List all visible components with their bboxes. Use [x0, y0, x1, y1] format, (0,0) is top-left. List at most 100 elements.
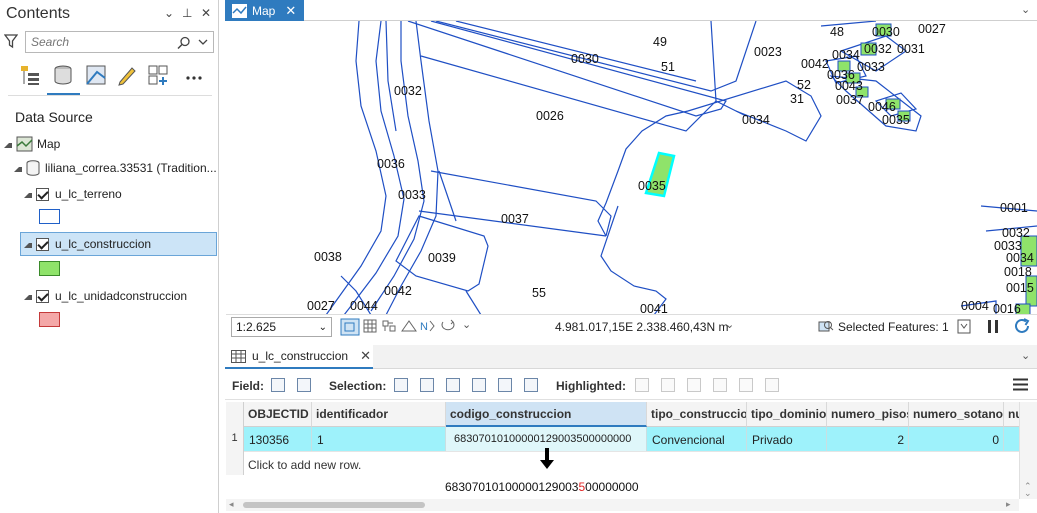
grid-icon[interactable]: [363, 319, 377, 333]
zoom-to-highlighted-icon[interactable]: [635, 378, 649, 392]
code-prefix: 68307010100000129003: [445, 480, 579, 494]
delete-selection-icon[interactable]: [498, 378, 512, 392]
copy-highlighted-icon[interactable]: [765, 378, 779, 392]
layer-row-unidadconstruccion[interactable]: u_lc_unidadconstruccion: [24, 285, 219, 307]
grid-snap-icon[interactable]: [401, 319, 417, 333]
column-header-selected[interactable]: codigo_construccion: [446, 402, 647, 427]
table-cell[interactable]: [1004, 427, 1020, 451]
chevron-down-icon[interactable]: ⌄: [725, 318, 734, 331]
pin-icon[interactable]: ⊥: [182, 6, 192, 20]
table-menu-icon[interactable]: [1013, 378, 1028, 391]
add-field-icon[interactable]: [271, 378, 285, 392]
list-by-snapping-icon[interactable]: [147, 64, 169, 86]
collapse-icon[interactable]: [4, 140, 12, 148]
symbol-swatch-terreno[interactable]: [39, 209, 60, 224]
tab-attribute-table[interactable]: u_lc_construccion ✕: [225, 345, 373, 369]
calculate-field-icon[interactable]: [297, 378, 311, 392]
switch-highlighted-icon[interactable]: [661, 378, 675, 392]
table-cell[interactable]: 1: [312, 427, 446, 451]
list-by-selection-icon[interactable]: [85, 64, 107, 86]
search-input[interactable]: [26, 32, 166, 52]
row-header-corner: [226, 402, 244, 427]
snapping-icon[interactable]: [381, 319, 397, 333]
refresh-map-cache-icon[interactable]: [957, 319, 971, 334]
vertical-scrollbar[interactable]: ⌃ ⌄: [1019, 402, 1037, 499]
column-header[interactable]: numero_pisos: [827, 402, 909, 427]
table-cell[interactable]: Convencional: [647, 427, 747, 451]
collapse-icon[interactable]: [14, 164, 22, 172]
scroll-thumb[interactable]: [243, 502, 425, 508]
zoom-to-selection-icon[interactable]: [420, 378, 434, 392]
section-title: Data Source: [15, 109, 93, 125]
list-by-data-source-icon[interactable]: [52, 64, 74, 86]
table-cell[interactable]: 130356: [244, 427, 312, 451]
scroll-left-icon[interactable]: ◂: [229, 499, 234, 510]
tab-map[interactable]: Map ✕: [225, 0, 304, 21]
list-by-drawing-order-icon[interactable]: [19, 64, 41, 86]
close-icon[interactable]: ✕: [201, 6, 211, 20]
filter-icon[interactable]: [4, 33, 18, 49]
chevron-down-icon[interactable]: ⌄: [462, 318, 471, 331]
north-arrow-icon[interactable]: N: [420, 319, 436, 333]
parcel-label: 0044: [350, 299, 378, 313]
scroll-right-icon[interactable]: ▸: [1006, 499, 1011, 510]
selected-features-count[interactable]: Selected Features: 1: [838, 320, 949, 334]
layer-row-construccion[interactable]: u_lc_construccion: [20, 232, 217, 256]
collapse-icon[interactable]: [24, 240, 32, 248]
search-options-chevron-icon[interactable]: [198, 38, 208, 46]
parcel-label: 0042: [801, 57, 829, 71]
layer-row-terreno[interactable]: u_lc_terreno: [24, 183, 214, 205]
column-header[interactable]: OBJECTID *: [244, 402, 312, 427]
table-cell[interactable]: 0: [909, 427, 1004, 451]
horizontal-scrollbar[interactable]: ◂ ▸: [226, 499, 1019, 511]
scale-dropdown[interactable]: 1:2.625 ⌄: [231, 317, 332, 337]
scroll-down-icon[interactable]: ⌄: [1024, 488, 1032, 499]
column-header[interactable]: numero_sotanos: [909, 402, 1004, 427]
switch-selection-icon[interactable]: [446, 378, 460, 392]
list-by-editing-icon[interactable]: [116, 64, 138, 86]
close-tab-icon[interactable]: ✕: [285, 3, 296, 19]
chevron-down-icon[interactable]: ⌄: [319, 322, 327, 333]
navigation-icon[interactable]: [440, 319, 456, 333]
table-cell[interactable]: 2: [827, 427, 909, 451]
delete-highlighted-icon[interactable]: [739, 378, 753, 392]
symbol-swatch-unidadconstruccion[interactable]: [39, 312, 60, 327]
chevron-down-icon[interactable]: ⌄: [1021, 349, 1030, 362]
parcel-label: 0018: [1004, 265, 1032, 279]
tree-item-map[interactable]: Map: [4, 133, 214, 155]
unhighlight-icon[interactable]: [687, 378, 701, 392]
clear-selection-icon[interactable]: [472, 378, 486, 392]
chevron-down-icon[interactable]: ⌄: [164, 6, 174, 20]
column-header[interactable]: tipo_construccion: [647, 402, 747, 427]
layer-visibility-checkbox[interactable]: [36, 289, 49, 303]
search-icon[interactable]: [177, 36, 191, 50]
table-cell[interactable]: Privado: [747, 427, 827, 451]
highlighted-label: Highlighted:: [556, 379, 626, 393]
symbol-swatch-construccion[interactable]: [39, 261, 60, 276]
pause-drawing-icon[interactable]: [987, 319, 999, 334]
copy-selection-icon[interactable]: [524, 378, 538, 392]
collapse-icon[interactable]: [24, 190, 32, 198]
search-box[interactable]: [25, 31, 214, 53]
row-number[interactable]: 1: [226, 427, 244, 451]
refresh-icon[interactable]: [1014, 318, 1031, 335]
clear-highlighted-icon[interactable]: [713, 378, 727, 392]
column-header[interactable]: tipo_dominio: [747, 402, 827, 427]
collapse-icon[interactable]: [24, 292, 32, 300]
tab-label: u_lc_construccion: [252, 349, 349, 363]
layer-visibility-checkbox[interactable]: [36, 237, 49, 251]
column-header[interactable]: nu: [1004, 402, 1020, 427]
tab-label: Map: [252, 3, 276, 18]
map-canvas[interactable]: 49 0023 0030 51 0042 52 31 0032 0026 003…: [226, 21, 1037, 315]
more-options-icon[interactable]: [183, 64, 205, 86]
tree-item-database[interactable]: liliana_correa.33531 (Tradition...: [14, 157, 219, 179]
layer-visibility-checkbox[interactable]: [36, 187, 49, 201]
selected-features-icon[interactable]: [818, 319, 834, 334]
fixed-scale-icon[interactable]: [340, 318, 360, 336]
chevron-down-icon[interactable]: ⌄: [1021, 3, 1030, 16]
add-new-row[interactable]: Click to add new row.: [244, 451, 1020, 475]
close-tab-icon[interactable]: ✕: [360, 348, 371, 364]
select-by-attributes-icon[interactable]: [394, 378, 408, 392]
map-view[interactable]: 49 0023 0030 51 0042 52 31 0032 0026 003…: [226, 21, 1037, 315]
column-header[interactable]: identificador: [312, 402, 446, 427]
